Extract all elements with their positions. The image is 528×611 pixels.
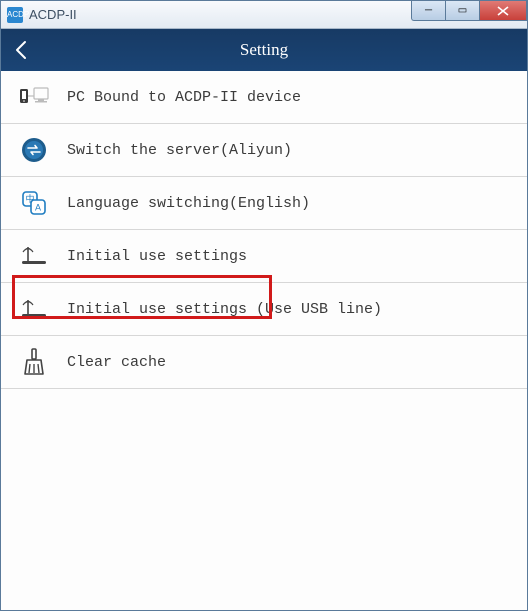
wifi-antenna-icon — [19, 294, 49, 324]
maximize-button[interactable]: ▭ — [445, 1, 479, 21]
server-switch-icon — [19, 135, 49, 165]
setting-menu-list: PC Bound to ACDP-II device Switch the se… — [1, 71, 527, 610]
back-chevron-icon — [14, 40, 28, 60]
menu-item-label: Language switching(English) — [67, 195, 310, 212]
pc-bound-icon — [19, 82, 49, 112]
menu-item-label: Initial use settings (Use USB line) — [67, 301, 382, 318]
menu-item-switch-server[interactable]: Switch the server(Aliyun) — [1, 124, 527, 177]
broom-icon — [19, 347, 49, 377]
svg-text:A: A — [35, 203, 41, 213]
menu-item-initial-use[interactable]: Initial use settings — [1, 230, 527, 283]
back-button[interactable] — [1, 29, 41, 71]
menu-item-initial-use-usb[interactable]: Initial use settings (Use USB line) — [1, 283, 527, 336]
wifi-antenna-icon — [19, 241, 49, 271]
menu-item-label: Initial use settings — [67, 248, 247, 265]
app-window: ACDP ACDP-II ─ ▭ Setting — [0, 0, 528, 611]
page-title: Setting — [1, 40, 527, 60]
menu-item-pc-bound[interactable]: PC Bound to ACDP-II device — [1, 71, 527, 124]
menu-item-label: Switch the server(Aliyun) — [67, 142, 292, 159]
window-titlebar: ACDP ACDP-II ─ ▭ — [1, 1, 527, 29]
close-icon — [497, 6, 509, 16]
language-icon: 中 A — [19, 188, 49, 218]
window-controls: ─ ▭ — [411, 1, 527, 21]
menu-item-label: PC Bound to ACDP-II device — [67, 89, 301, 106]
menu-item-language[interactable]: 中 A Language switching(English) — [1, 177, 527, 230]
minimize-button[interactable]: ─ — [411, 1, 445, 21]
close-button[interactable] — [479, 1, 527, 21]
menu-item-label: Clear cache — [67, 354, 166, 371]
app-icon: ACDP — [7, 7, 23, 23]
app-header: Setting — [1, 29, 527, 71]
menu-item-clear-cache[interactable]: Clear cache — [1, 336, 527, 389]
window-title: ACDP-II — [29, 7, 77, 22]
